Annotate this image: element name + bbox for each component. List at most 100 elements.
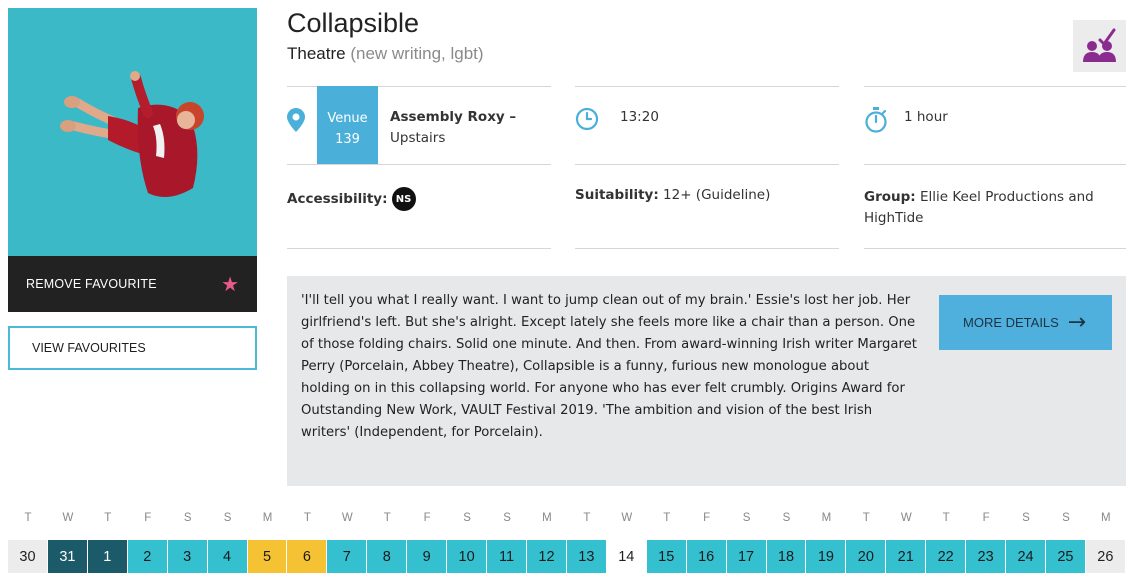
calendar-day-11[interactable]: 11 <box>487 540 526 573</box>
weekday-label: T <box>862 512 870 524</box>
more-details-button[interactable]: MORE DETAILS → <box>939 295 1112 350</box>
calendar-day-9[interactable]: 9 <box>407 540 447 573</box>
venue-badge-label: Venue <box>327 111 368 126</box>
calendar-day-6[interactable]: 6 <box>287 540 327 573</box>
divider <box>864 248 1126 249</box>
show-description: 'I'll tell you what I really want. I wan… <box>301 293 917 440</box>
divider <box>575 164 839 165</box>
genre-label: Theatre <box>287 44 346 63</box>
weekday-label: M <box>262 512 273 524</box>
calendar-weekday-header: TWTFSSMTWTFSSMTWTFSSMTWTFSSM <box>8 512 1126 524</box>
suitability-info: Suitability: 12+ (Guideline) <box>575 187 770 203</box>
calendar-day-23[interactable]: 23 <box>966 540 1006 573</box>
weekday-label: S <box>503 512 511 524</box>
calendar-day-31[interactable]: 31 <box>47 540 87 573</box>
venue-room: Upstairs <box>390 130 446 146</box>
more-details-label: MORE DETAILS <box>963 315 1059 330</box>
calendar-day-19[interactable]: 19 <box>806 540 846 573</box>
suitability-value: 12+ (Guideline) <box>663 187 771 203</box>
weekday-label: T <box>383 512 391 524</box>
calendar-day-3[interactable]: 3 <box>167 540 207 573</box>
calendar-day-22[interactable]: 22 <box>926 540 966 573</box>
calendar-day-20[interactable]: 20 <box>846 540 886 573</box>
star-icon: ★ <box>221 272 239 296</box>
calendar-day-16[interactable]: 16 <box>686 540 726 573</box>
performance-time: 13:20 <box>620 109 659 125</box>
accessibility-label: Accessibility: <box>287 191 388 207</box>
clock-icon <box>575 107 599 135</box>
view-favourites-label: VIEW FAVOURITES <box>32 341 146 355</box>
weekday-label: F <box>144 512 152 524</box>
weekday-label: T <box>104 512 112 524</box>
group-label: Group: <box>864 189 916 205</box>
weekday-label: M <box>542 512 552 524</box>
weekday-label: S <box>782 512 791 524</box>
weekday-label: W <box>621 512 633 524</box>
falling-performer-illustration <box>60 71 204 197</box>
calendar-day-2[interactable]: 2 <box>127 540 167 573</box>
arrow-right-icon: → <box>1067 309 1086 335</box>
calendar-day-17[interactable]: 17 <box>726 540 766 573</box>
weekday-label: T <box>24 512 32 524</box>
weekday-label: F <box>423 512 431 524</box>
calendar-day-10[interactable]: 10 <box>447 540 487 573</box>
lgbt-group-icon <box>1073 20 1126 72</box>
divider <box>864 86 1126 87</box>
calendar-day-26[interactable]: 26 <box>1085 540 1125 573</box>
location-pin-icon <box>287 108 305 136</box>
weekday-label: S <box>183 512 192 524</box>
calendar-day-1[interactable]: 1 <box>87 540 127 573</box>
group-info: Group: Ellie Keel Productions and HighTi… <box>864 187 1124 229</box>
weekday-label: W <box>900 512 912 524</box>
weekday-label: F <box>982 512 990 524</box>
weekday-label: S <box>1022 512 1030 524</box>
no-smoking-badge-icon: NS <box>391 187 416 211</box>
view-favourites-button[interactable]: VIEW FAVOURITES <box>8 326 257 370</box>
remove-favourite-button[interactable]: REMOVE FAVOURITE ★ <box>8 256 257 312</box>
weekday-label: F <box>703 512 711 524</box>
show-poster-image <box>8 8 257 256</box>
calendar-day-24[interactable]: 24 <box>1006 540 1045 573</box>
weekday-label: S <box>223 512 232 524</box>
calendar-day-30[interactable]: 30 <box>8 540 47 573</box>
show-genre: Theatre (new writing, lgbt) <box>287 44 484 64</box>
calendar-day-4[interactable]: 4 <box>207 540 247 573</box>
stopwatch-icon <box>864 107 888 137</box>
genre-tags: (new writing, lgbt) <box>350 44 484 63</box>
calendar-day-8[interactable]: 8 <box>367 540 407 573</box>
divider <box>287 248 551 249</box>
calendar-day-7[interactable]: 7 <box>327 540 367 573</box>
calendar-day-5[interactable]: 5 <box>247 540 287 573</box>
weekday-label: T <box>303 512 311 524</box>
performance-duration: 1 hour <box>904 109 948 125</box>
weekday-label: S <box>742 512 751 524</box>
calendar-day-13[interactable]: 13 <box>566 540 606 573</box>
accessibility-info: Accessibility: NS <box>287 187 416 211</box>
weekday-label: T <box>663 512 671 524</box>
divider <box>864 164 1126 165</box>
calendar-day-25[interactable]: 25 <box>1045 540 1085 573</box>
weekday-label: M <box>1101 512 1111 524</box>
weekday-label: W <box>341 512 353 524</box>
venue-badge-number: 139 <box>335 132 360 147</box>
weekday-label: S <box>463 512 471 524</box>
weekday-label: T <box>583 512 591 524</box>
calendar-day-12[interactable]: 12 <box>526 540 566 573</box>
performance-calendar: 30 31 1 2 3 4 5 6 7 8 9 10 11 12 13 14 15 16 17 18 19 20 21 22 2… <box>8 540 1126 573</box>
weekday-label: T <box>942 512 950 524</box>
remove-favourite-label: REMOVE FAVOURITE <box>26 277 157 291</box>
show-title: Collapsible <box>287 8 420 38</box>
suitability-label: Suitability: <box>575 187 659 203</box>
calendar-day-15[interactable]: 15 <box>646 540 686 573</box>
divider <box>287 164 551 165</box>
weekday-label: S <box>1062 512 1070 524</box>
venue-name[interactable]: Assembly Roxy – Upstairs <box>390 107 516 149</box>
calendar-day-18[interactable]: 18 <box>766 540 806 573</box>
weekday-label: W <box>62 512 74 524</box>
calendar-day-21[interactable]: 21 <box>886 540 926 573</box>
divider <box>575 248 839 249</box>
venue-number-badge: Venue 139 <box>317 86 378 164</box>
calendar-day-14[interactable]: 14 <box>606 540 646 573</box>
divider <box>575 86 839 87</box>
weekday-label: M <box>821 512 832 524</box>
